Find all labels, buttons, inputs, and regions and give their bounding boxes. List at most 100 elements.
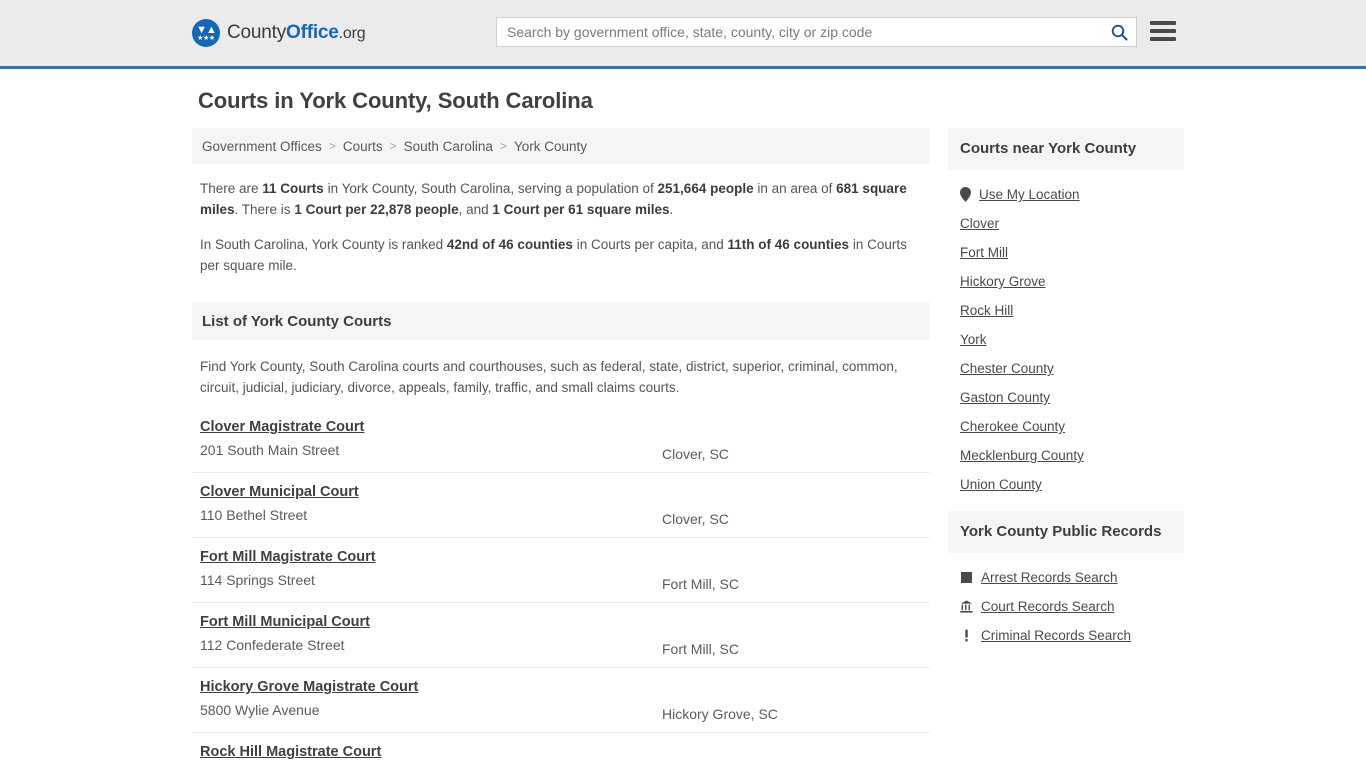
stat-text: in York County, South Carolina, serving … [323,181,658,196]
county-office-emblem-icon: ▼▲ ★★★ [192,19,220,47]
map-pin-icon [960,187,971,202]
site-logo[interactable]: ▼▲ ★★★ CountyOffice.org [192,19,366,47]
court-name-link[interactable]: Clover Magistrate Court [200,419,364,435]
nearby-link-gaston-county[interactable]: Gaston County [960,390,1050,405]
public-records-panel: York County Public Records Arrest Record… [948,511,1184,654]
logo-text-part2: Office [286,22,339,43]
court-name-link[interactable]: Clover Municipal Court [200,484,359,500]
breadcrumb-item-courts[interactable]: Courts [343,139,383,154]
breadcrumb: Government Offices > Courts > South Caro… [192,128,930,164]
county-statistics: There are 11 Courts in York County, Sout… [192,164,930,294]
breadcrumb-separator: > [389,139,397,153]
nearby-item[interactable]: Fort Mill [948,238,1184,267]
sidebar: Courts near York County Use My Location … [948,128,1184,768]
court-list-item: Clover Magistrate Court 201 South Main S… [192,408,930,473]
nearby-link-mecklenburg-county[interactable]: Mecklenburg County [960,448,1084,463]
nearby-item[interactable]: York [948,325,1184,354]
stat-courts-per-people: 1 Court per 22,878 people [294,202,459,217]
court-records-search-link[interactable]: Court Records Search [981,599,1115,614]
site-header: ▼▲ ★★★ CountyOffice.org [0,0,1366,69]
court-city-state: Hickory Grove, SC [662,706,778,722]
court-address: 114 Springs Street [200,572,315,588]
breadcrumb-item-south-carolina[interactable]: South Carolina [404,139,493,154]
nearby-item[interactable]: Rock Hill [948,296,1184,325]
stat-text: , and [458,202,493,217]
exclamation-icon [960,629,973,643]
court-list-item: Hickory Grove Magistrate Court 5800 Wyli… [192,668,930,733]
court-list-item: Fort Mill Municipal Court 112 Confederat… [192,603,930,668]
court-address: 110 Bethel Street [200,507,308,523]
courthouse-icon-svg [960,600,973,613]
public-records-item[interactable]: Court Records Search [948,592,1184,621]
court-name-link[interactable]: Fort Mill Municipal Court [200,614,370,630]
nearby-item[interactable]: Mecklenburg County [948,441,1184,470]
search-bar[interactable] [496,17,1137,47]
stars-glyph: ★★★ [197,34,215,42]
search-icon [1111,24,1128,41]
breadcrumb-item-york-county[interactable]: York County [514,139,587,154]
main-column: Government Offices > Courts > South Caro… [192,128,930,768]
logo-text-part1: County [227,22,287,43]
stat-text: . There is [234,202,295,217]
nearby-link-union-county[interactable]: Union County [960,477,1042,492]
hamburger-bar [1150,21,1176,25]
search-input[interactable] [497,18,1102,46]
nearby-link-clover[interactable]: Clover [960,216,999,231]
criminal-records-search-link[interactable]: Criminal Records Search [981,628,1131,643]
statistics-paragraph-2: In South Carolina, York County is ranked… [200,234,922,276]
nearby-link-chester-county[interactable]: Chester County [960,361,1054,376]
stat-courts-per-area: 1 Court per 61 square miles [492,202,670,217]
nearby-item[interactable]: Clover [948,209,1184,238]
public-records-item[interactable]: Criminal Records Search [948,621,1184,650]
court-list-heading: List of York County Courts [192,302,930,340]
nearby-item[interactable]: Hickory Grove [948,267,1184,296]
nearby-item[interactable]: Chester County [948,354,1184,383]
stat-rank-per-capita: 42nd of 46 counties [446,237,573,252]
public-records-item[interactable]: Arrest Records Search [948,563,1184,592]
page-body: Courts in York County, South Carolina Go… [0,69,1366,768]
court-list-item: Fort Mill Magistrate Court 114 Springs S… [192,538,930,603]
stat-court-count: 11 Courts [262,181,324,196]
public-records-list: Arrest Records Search Court Records Sear… [948,553,1184,654]
page-title: Courts in York County, South Carolina [198,88,593,113]
nearby-link-fort-mill[interactable]: Fort Mill [960,245,1008,260]
breadcrumb-item-government-offices[interactable]: Government Offices [202,139,322,154]
court-list: Clover Magistrate Court 201 South Main S… [192,408,930,768]
nearby-courts-list: Use My Location Clover Fort Mill Hickory… [948,170,1184,503]
use-my-location-link[interactable]: Use My Location [979,187,1080,202]
nearby-courts-heading: Courts near York County [948,128,1184,170]
court-name-link[interactable]: Fort Mill Magistrate Court [200,549,376,565]
court-list-item: Rock Hill Magistrate Court 529 South Che… [192,733,930,768]
nearby-item[interactable]: Union County [948,470,1184,499]
court-name-link[interactable]: Hickory Grove Magistrate Court [200,679,418,695]
nearby-item[interactable]: Gaston County [948,383,1184,412]
stat-rank-per-area: 11th of 46 counties [727,237,850,252]
court-city-state: Clover, SC [662,446,729,462]
content-container: Government Offices > Courts > South Caro… [192,128,1184,768]
court-address: 112 Confederate Street [200,637,345,653]
breadcrumb-separator: > [328,139,336,153]
nearby-link-rock-hill[interactable]: Rock Hill [960,303,1013,318]
nearby-link-cherokee-county[interactable]: Cherokee County [960,419,1065,434]
nearby-link-hickory-grove[interactable]: Hickory Grove [960,274,1046,289]
court-city-state: Fort Mill, SC [662,576,739,592]
hamburger-menu-icon[interactable] [1150,19,1176,43]
exclamation-icon-svg [965,629,968,642]
nearby-item[interactable]: Cherokee County [948,412,1184,441]
logo-wordmark: CountyOffice.org [227,22,366,44]
stat-text: There are [200,181,263,196]
public-records-heading: York County Public Records [948,511,1184,553]
search-button[interactable] [1102,18,1136,46]
stat-text: in Courts per capita, and [572,237,728,252]
eagle-glyph: ▼▲ [196,23,217,36]
court-address: 201 South Main Street [200,442,340,458]
court-list-item: Clover Municipal Court 110 Bethel Street… [192,473,930,538]
hamburger-bar [1150,29,1176,33]
court-list-description: Find York County, South Carolina courts … [200,359,898,395]
use-my-location-row[interactable]: Use My Location [948,180,1184,209]
arrest-records-search-link[interactable]: Arrest Records Search [981,570,1118,585]
court-name-link[interactable]: Rock Hill Magistrate Court [200,744,381,760]
breadcrumb-separator: > [499,139,507,153]
nearby-link-york[interactable]: York [960,332,987,347]
statistics-paragraph-1: There are 11 Courts in York County, Sout… [200,178,922,220]
